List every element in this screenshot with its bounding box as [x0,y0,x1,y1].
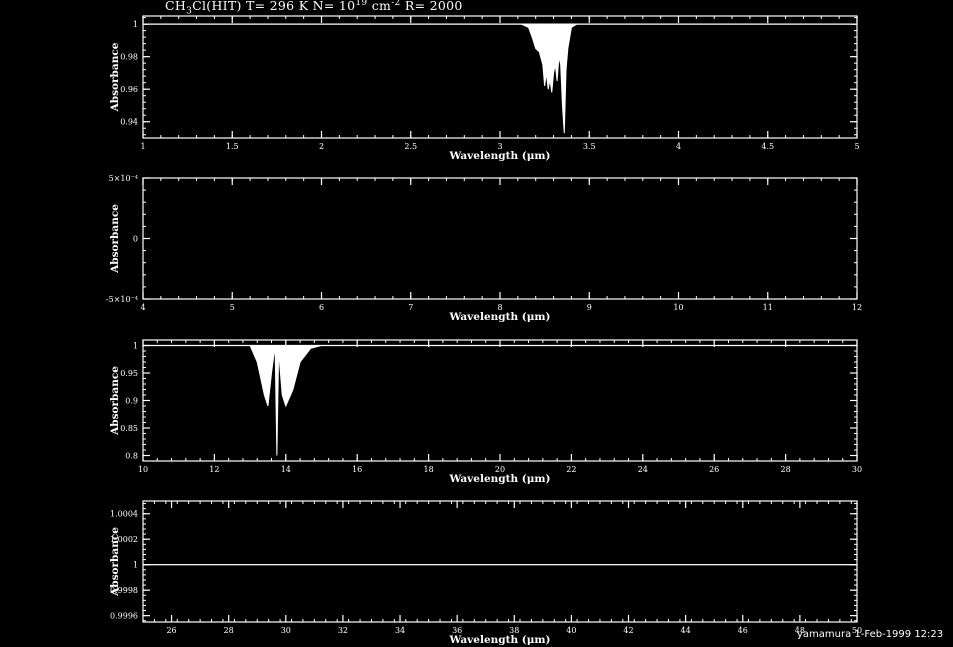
panel-4: 26 28 30 32 34 36 38 40 42 44 46 48 500.99960.999811… [109,500,862,646]
plot-frame [142,15,858,139]
panel-3: 10 12 14 16 18 20 22 24 26 28 300.80.850.90.951Wav… [109,339,862,485]
y-tick-label: 0.9996 [110,612,138,621]
y-tick-label: 0.8 [125,452,138,461]
footer-stamp: yamamura 1-Feb-1999 12:23 [797,629,944,640]
x-tick-label: 9 [587,303,592,312]
y-tick-label: 0.94 [120,118,138,127]
x-tick-label: 18 [424,465,434,474]
x-tick-label: 28 [781,465,791,474]
x-tick-label: 5 [230,303,235,312]
x-tick-label: 12 [209,465,219,474]
y-tick-label: 1 [133,342,138,351]
x-tick-label: 11 [763,303,773,312]
x-tick-label: 40 [566,626,576,635]
x-tick-label: 42 [623,626,633,635]
x-tick-label: 32 [338,626,348,635]
x-tick-label: 30 [281,626,291,635]
x-tick-label: 28 [224,626,234,635]
x-tick-label: 12 [852,303,862,312]
x-tick-label: 1.5 [226,142,239,151]
x-tick-label: 1 [140,142,145,151]
y-tick-label: 0.98 [120,53,138,62]
x-tick-label: 4.5 [761,142,774,151]
x-axis-label: Wavelength (μm) [449,473,551,485]
x-tick-label: 3.5 [583,142,596,151]
x-axis-label: Wavelength (μm) [449,150,551,162]
y-tick-label: -5×10⁻⁴ [106,295,138,304]
x-tick-label: 16 [352,465,362,474]
x-tick-label: 10 [673,303,683,312]
y-axis-label: Absorbance [109,527,121,597]
y-tick-label: 0.95 [120,369,138,378]
x-tick-label: 22 [566,465,576,474]
absorbance-series [521,23,578,134]
x-tick-label: 34 [395,626,405,635]
panel-2: 4 5 6 7 8 9 10 11 12-5×10⁻⁴05×10⁻⁴Wavelength (μm… [106,174,862,323]
x-tick-label: 2 [319,142,324,151]
y-tick-label: 0.85 [120,424,138,433]
plot-frame [142,177,858,300]
x-tick-label: 7 [408,303,413,312]
x-tick-label: 26 [166,626,176,635]
spectrum-figure: 1 1.5 2 2.5 3 3.5 4 4.5 50.940.960.981Wavelength… [106,15,862,646]
plot-frame [142,500,858,623]
y-tick-label: 1 [133,20,138,29]
absorbance-series [249,345,322,456]
y-tick-label: 0.96 [120,85,138,94]
x-axis-label: Wavelength (μm) [449,634,551,646]
x-axis-label: Wavelength (μm) [449,311,551,323]
panel-1: 1 1.5 2 2.5 3 3.5 4 4.5 50.940.960.981Wavelength… [109,15,860,162]
x-tick-label: 44 [681,626,691,635]
x-tick-label: 10 [138,465,148,474]
x-tick-label: 14 [281,465,291,474]
y-tick-label: 1 [133,561,138,570]
y-axis-label: Absorbance [109,204,121,274]
x-tick-label: 30 [852,465,862,474]
y-tick-label: 0.9 [125,397,138,406]
x-tick-label: 5 [854,142,859,151]
x-tick-label: 4 [676,142,681,151]
x-tick-label: 46 [738,626,748,635]
x-tick-label: 24 [638,465,648,474]
y-tick-label: 0 [133,235,138,244]
x-tick-label: 2.5 [404,142,417,151]
plot-frame [142,339,858,462]
y-axis-label: Absorbance [109,42,121,112]
x-tick-label: 26 [709,465,719,474]
y-tick-label: 1.0004 [110,510,138,519]
y-tick-label: 5×10⁻⁴ [109,174,138,183]
x-tick-label: 6 [319,303,324,312]
y-axis-label: Absorbance [109,366,121,436]
x-tick-label: 4 [140,303,145,312]
